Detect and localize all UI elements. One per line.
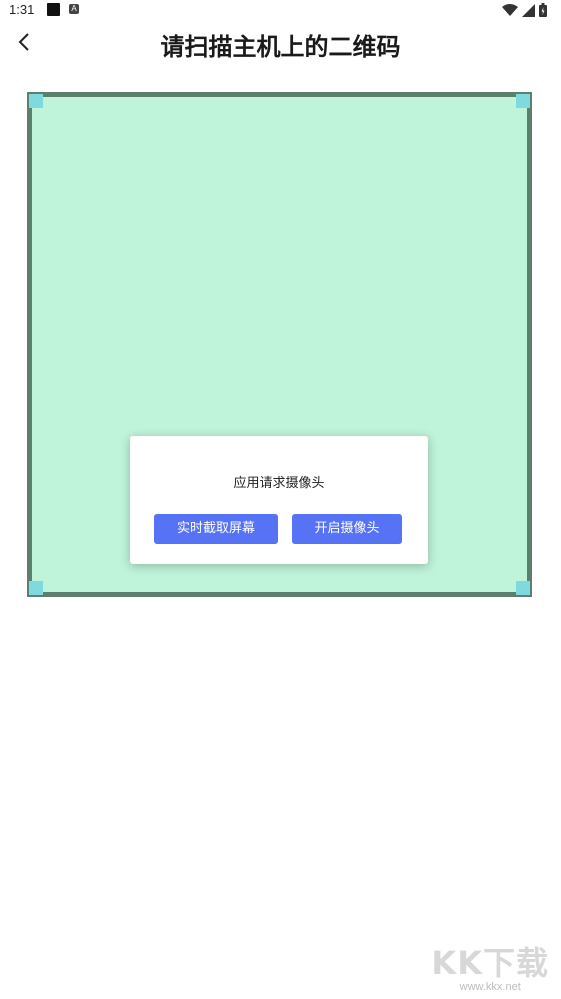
scanner-corner-top-left (29, 94, 43, 108)
watermark-url: www.kkx.net (459, 981, 521, 993)
watermark: KK下载 www.kkx.net (431, 945, 549, 993)
scanner-corner-bottom-right (516, 581, 530, 595)
open-camera-button[interactable]: 开启摄像头 (292, 514, 402, 544)
battery-icon (539, 3, 547, 17)
signal-icon (522, 3, 535, 17)
scanner-corner-bottom-left (29, 581, 43, 595)
wifi-icon (502, 3, 518, 16)
notification-icon (47, 3, 60, 16)
status-bar: 1:31 A (0, 0, 561, 22)
status-time: 1:31 (9, 2, 35, 17)
dialog-message: 应用请求摄像头 (233, 476, 325, 491)
status-badge: A (69, 4, 79, 14)
capture-screen-button[interactable]: 实时截取屏幕 (154, 514, 278, 544)
scanner-corner-top-right (516, 94, 530, 108)
watermark-logo: KK下载 (431, 944, 549, 982)
camera-permission-dialog: 应用请求摄像头 实时截取屏幕 开启摄像头 (130, 436, 428, 564)
page-title: 请扫描主机上的二维码 (160, 33, 401, 61)
status-icons (502, 3, 547, 17)
